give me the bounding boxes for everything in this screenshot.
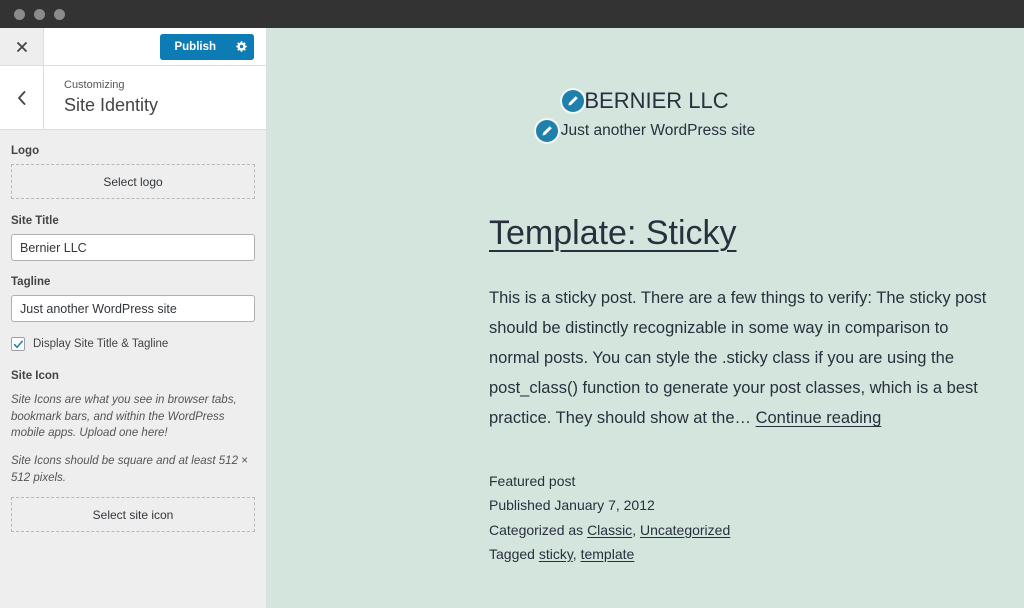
close-dot[interactable] [14, 8, 25, 20]
published-date: Published January 7, 2012 [489, 497, 655, 514]
pencil-icon [542, 126, 552, 136]
preview-site-title[interactable]: BERNIER LLC [584, 88, 728, 114]
pencil-icon [568, 96, 579, 106]
site-preview-pane: BERNIER LLC Just another WordPress site … [267, 28, 1024, 608]
tag-link-sticky[interactable]: sticky [539, 546, 573, 562]
select-site-icon-button[interactable]: Select site icon [11, 497, 255, 533]
category-link-classic[interactable]: Classic [587, 522, 632, 538]
window-title-bar [0, 0, 1024, 28]
tag-link-template[interactable]: template [581, 546, 635, 562]
customizer-section-header: Customizing Site Identity [0, 66, 266, 130]
close-icon [16, 41, 27, 52]
site-icon-label: Site Icon [11, 370, 59, 382]
chevron-left-icon [18, 90, 26, 105]
app-body: Publish Customizing Site Identity Logo S… [0, 28, 1024, 608]
preview-site-tagline[interactable]: Just another WordPress site [561, 122, 755, 140]
preview-site-header: BERNIER LLC Just another WordPress site [267, 28, 1024, 142]
continue-reading-link[interactable]: Continue reading [756, 409, 882, 427]
site-title-row: BERNIER LLC [267, 88, 1024, 114]
tag-separator: , [572, 545, 581, 562]
back-button[interactable] [0, 66, 44, 129]
maximize-dot[interactable] [54, 8, 65, 20]
category-link-uncategorized[interactable]: Uncategorized [640, 522, 730, 538]
edit-site-tagline-pencil-icon[interactable] [535, 120, 558, 142]
featured-post-label: Featured post [489, 473, 576, 490]
header-titles: Customizing Site Identity [44, 78, 158, 118]
close-customizer-button[interactable] [0, 28, 44, 65]
site-icon-help-2: Site Icons should be square and at least… [11, 455, 248, 484]
tagline-label: Tagline [11, 276, 51, 288]
customizer-topbar: Publish [0, 28, 266, 66]
publish-settings-button[interactable] [228, 33, 254, 60]
minimize-dot[interactable] [34, 8, 45, 20]
checkbox-box [11, 337, 25, 351]
select-logo-button[interactable]: Select logo [11, 164, 255, 199]
post-excerpt: This is a sticky post. There are a few t… [489, 283, 1001, 433]
site-tagline-row: Just another WordPress site [267, 120, 1024, 142]
categorized-prefix: Categorized as [489, 521, 588, 538]
logo-label: Logo [11, 145, 40, 157]
category-separator: , [632, 521, 640, 538]
customizer-sidebar: Publish Customizing Site Identity Logo S… [0, 28, 267, 608]
site-icon-help-1: Site Icons are what you see in browser t… [11, 394, 237, 440]
checkbox-label: Display Site Title & Tagline [33, 338, 169, 350]
page-title: Site Identity [64, 95, 159, 116]
post-metadata: Featured post Published January 7, 2012 … [489, 469, 1004, 566]
gear-icon [235, 41, 247, 52]
post-excerpt-text: This is a sticky post. There are a few t… [489, 289, 987, 428]
breadcrumb: Customizing [64, 78, 125, 91]
tags-row: Tagged sticky, template [489, 542, 1004, 566]
publish-button[interactable]: Publish [160, 33, 228, 60]
site-title-input[interactable] [11, 234, 255, 261]
edit-site-title-pencil-icon[interactable] [562, 90, 585, 112]
display-title-tagline-checkbox[interactable]: Display Site Title & Tagline [11, 337, 255, 351]
topbar-actions: Publish [44, 28, 266, 65]
check-icon [13, 340, 23, 348]
customizer-controls: Logo Select logo Site Title Tagline Disp… [0, 130, 266, 608]
post-title-link[interactable]: Template: Sticky [489, 214, 737, 253]
tagline-input[interactable] [11, 295, 255, 322]
categories-row: Categorized as Classic, Uncategorized [489, 518, 1004, 542]
preview-post: Template: Sticky This is a sticky post. … [267, 142, 1024, 566]
site-title-label: Site Title [11, 215, 59, 227]
publish-group: Publish [160, 33, 254, 60]
tagged-prefix: Tagged [489, 545, 539, 562]
